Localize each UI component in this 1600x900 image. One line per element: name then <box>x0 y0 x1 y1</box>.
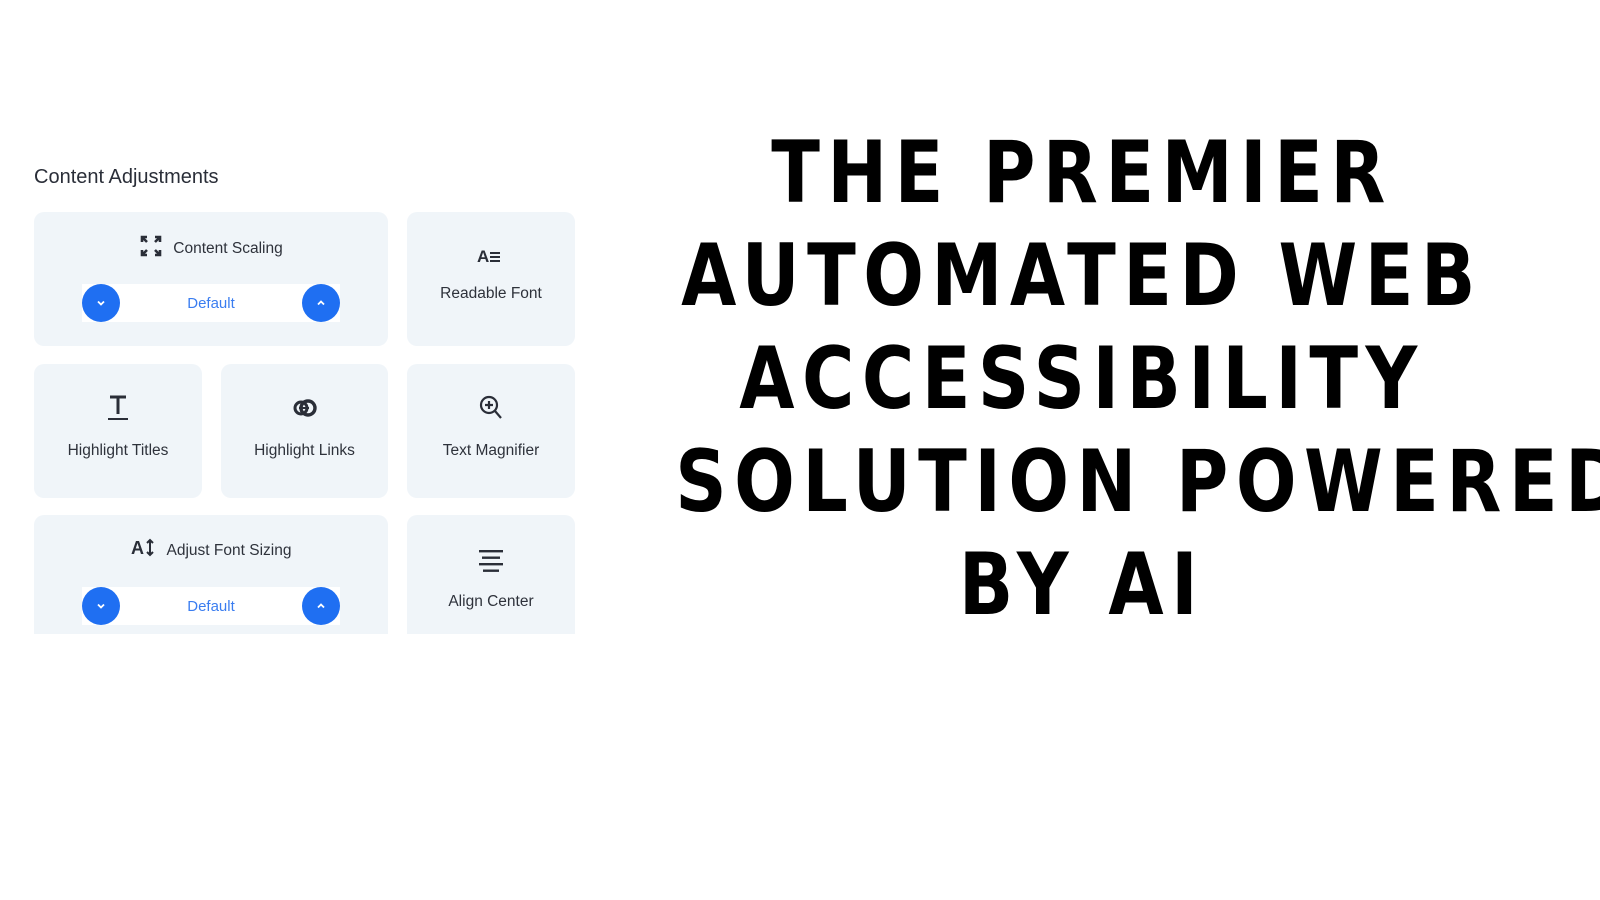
section-title: Content Adjustments <box>34 166 219 188</box>
chevron-down-icon <box>97 603 105 609</box>
headline-line: AUTOMATED WEB <box>681 226 1483 326</box>
content-scaling-increase-button[interactable] <box>302 284 340 322</box>
chevron-up-icon <box>317 300 325 306</box>
text-magnifier-label: Text Magnifier <box>442 442 540 459</box>
expand-arrows-icon <box>139 234 163 263</box>
chevron-up-icon <box>317 603 325 609</box>
headline-line: ACCESSIBILITY <box>739 329 1425 429</box>
link-icon <box>291 394 319 422</box>
underlined-t-icon <box>107 394 129 422</box>
content-scaling-label: Content Scaling <box>173 239 283 257</box>
svg-text:A: A <box>477 247 489 266</box>
content-scaling-value: Default <box>187 294 235 312</box>
content-scaling-stepper: Default <box>82 284 340 322</box>
zoom-in-icon <box>478 394 504 422</box>
text-magnifier-card[interactable]: Text Magnifier <box>407 364 575 498</box>
font-sizing-stepper: Default <box>82 587 340 625</box>
readable-font-label: Readable Font <box>440 285 542 302</box>
readable-font-icon: A <box>477 242 505 270</box>
highlight-links-card[interactable]: Highlight Links <box>221 364 388 498</box>
headline-line: THE PREMIER <box>771 123 1393 223</box>
headline-line: SOLUTION POWERED <box>675 432 1600 532</box>
font-sizing-decrease-button[interactable] <box>82 587 120 625</box>
highlight-titles-label: Highlight Titles <box>67 442 169 459</box>
font-sizing-value: Default <box>187 597 235 615</box>
content-scaling-card: Content Scaling Default <box>34 212 388 346</box>
svg-text:A: A <box>131 538 144 558</box>
font-size-icon: A <box>131 537 157 564</box>
chevron-down-icon <box>97 300 105 306</box>
align-center-label: Align Center <box>448 593 534 610</box>
headline-line: BY AI <box>958 535 1206 635</box>
align-center-card[interactable]: Align Center <box>407 515 575 634</box>
font-sizing-increase-button[interactable] <box>302 587 340 625</box>
content-scaling-decrease-button[interactable] <box>82 284 120 322</box>
align-center-icon <box>478 547 504 575</box>
readable-font-card[interactable]: A Readable Font <box>407 212 575 346</box>
headline: THE PREMIER AUTOMATED WEB ACCESSIBILITY … <box>675 122 1600 637</box>
highlight-titles-card[interactable]: Highlight Titles <box>34 364 202 498</box>
adjust-font-sizing-card: A Adjust Font Sizing Default <box>34 515 388 634</box>
content-adjustments-panel: Content Adjustments Content Scaling Defa… <box>34 160 579 634</box>
highlight-links-label: Highlight Links <box>254 442 355 459</box>
adjust-font-sizing-label: Adjust Font Sizing <box>166 541 292 559</box>
